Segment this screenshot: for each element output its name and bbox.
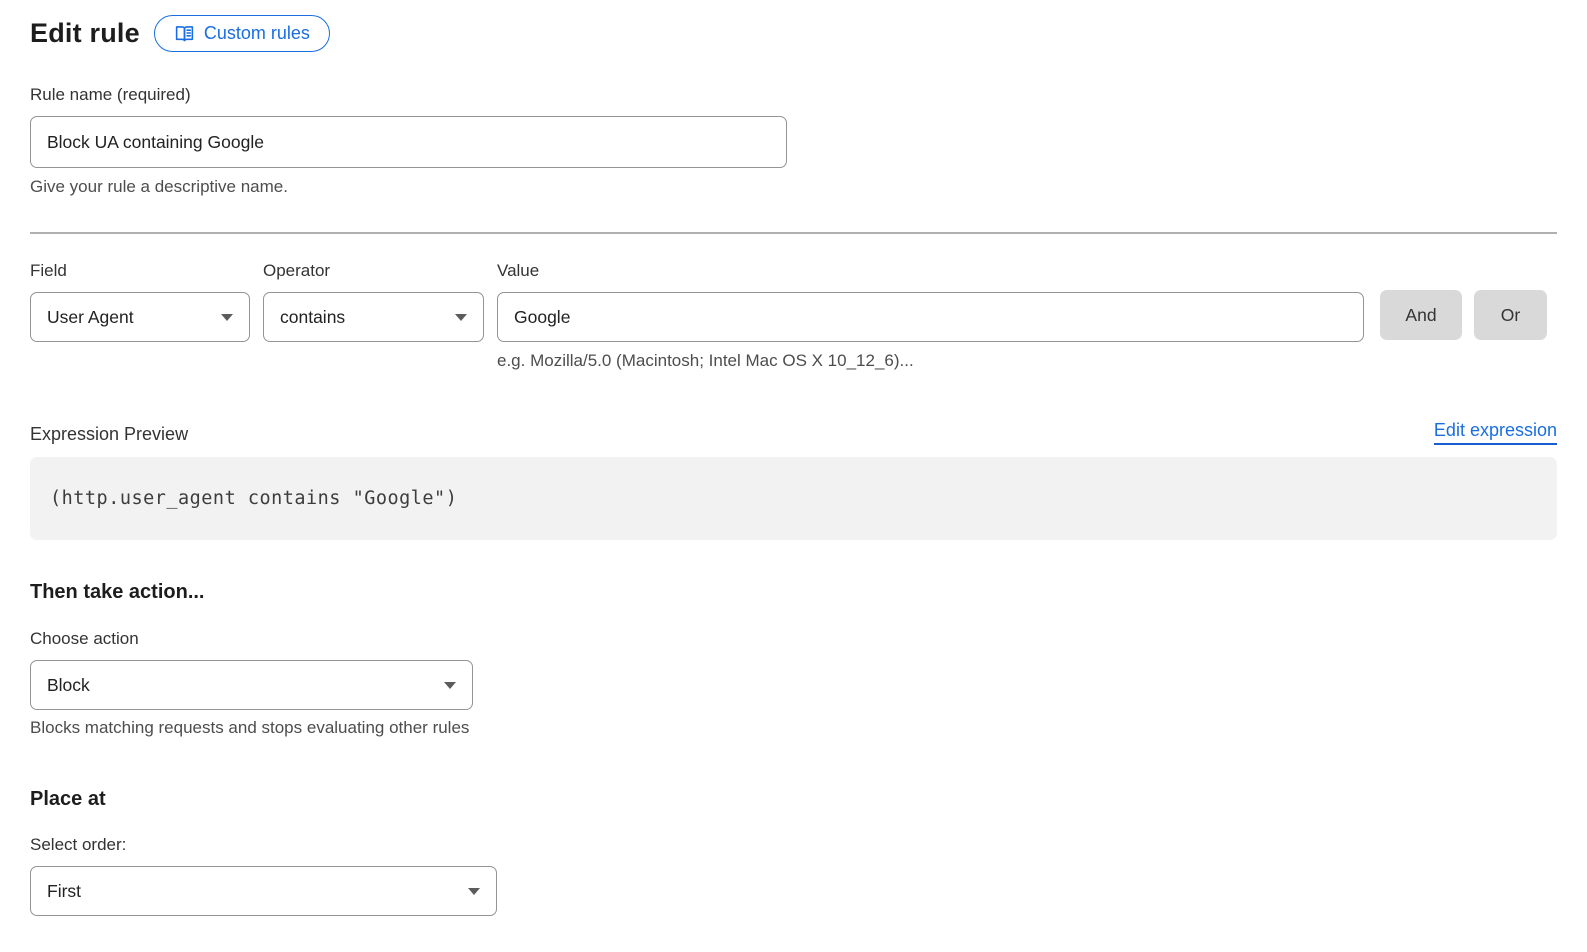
or-button[interactable]: Or	[1474, 290, 1547, 340]
condition-section: Field User Agent Operator contains Value…	[30, 261, 1557, 371]
operator-label: Operator	[263, 261, 484, 281]
page-header: Edit rule Custom rules	[30, 15, 1557, 52]
chevron-down-icon	[468, 888, 480, 895]
placement-section: Place at Select order: First	[30, 788, 1557, 916]
order-select[interactable]: First	[30, 866, 497, 916]
place-at-heading: Place at	[30, 788, 1557, 811]
edit-expression-link[interactable]: Edit expression	[1434, 420, 1557, 445]
custom-rules-button[interactable]: Custom rules	[154, 15, 330, 52]
value-label: Value	[497, 261, 1364, 281]
action-select-value: Block	[47, 675, 90, 696]
section-divider	[30, 232, 1557, 234]
field-select[interactable]: User Agent	[30, 292, 250, 342]
choose-action-label: Choose action	[30, 629, 1557, 649]
action-section: Then take action... Choose action Block …	[30, 581, 1557, 738]
chevron-down-icon	[444, 682, 456, 689]
page-title: Edit rule	[30, 18, 140, 49]
operator-select-value: contains	[280, 307, 345, 328]
expression-preview-label: Expression Preview	[30, 424, 188, 445]
rule-name-label: Rule name (required)	[30, 85, 1557, 105]
action-select[interactable]: Block	[30, 660, 473, 710]
chevron-down-icon	[455, 314, 467, 321]
expression-section: Expression Preview Edit expression (http…	[30, 420, 1557, 540]
action-heading: Then take action...	[30, 581, 1557, 604]
action-helper: Blocks matching requests and stops evalu…	[30, 718, 1557, 738]
rule-name-helper: Give your rule a descriptive name.	[30, 177, 1557, 197]
field-select-value: User Agent	[47, 307, 134, 328]
and-button[interactable]: And	[1380, 290, 1462, 340]
open-book-icon	[174, 23, 195, 44]
rule-name-section: Rule name (required) Give your rule a de…	[30, 85, 1557, 197]
expression-preview-code-block: (http.user_agent contains "Google")	[30, 457, 1557, 540]
operator-select[interactable]: contains	[263, 292, 484, 342]
rule-name-input[interactable]	[30, 116, 787, 168]
order-select-value: First	[47, 881, 81, 902]
field-label: Field	[30, 261, 250, 281]
select-order-label: Select order:	[30, 835, 1557, 855]
expression-code: (http.user_agent contains "Google")	[50, 488, 457, 509]
chevron-down-icon	[221, 314, 233, 321]
value-input[interactable]	[497, 292, 1364, 342]
value-helper: e.g. Mozilla/5.0 (Macintosh; Intel Mac O…	[497, 351, 1364, 371]
custom-rules-button-label: Custom rules	[204, 23, 310, 44]
